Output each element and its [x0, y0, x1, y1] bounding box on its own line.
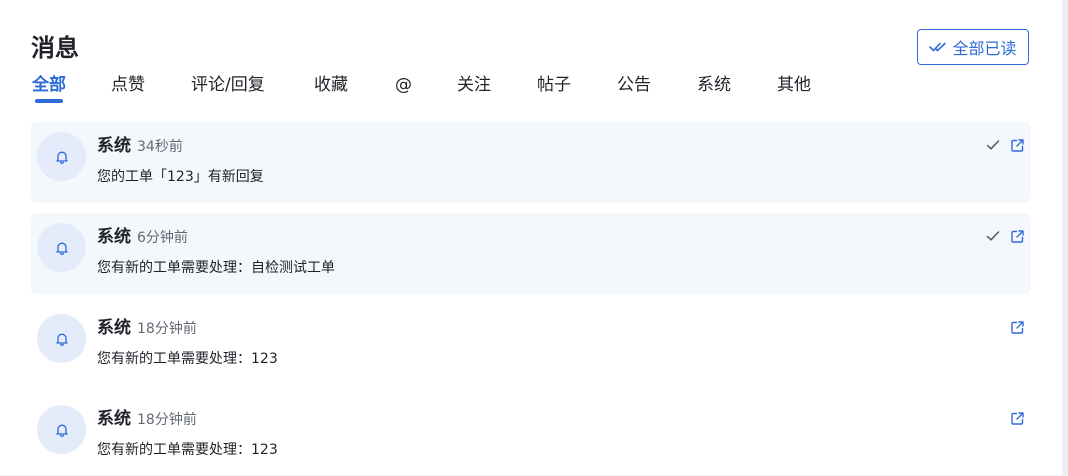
tab-label: 点赞 [111, 75, 145, 95]
tab-favorites[interactable]: 收藏 [314, 72, 348, 98]
bell-icon [55, 333, 68, 346]
notification-message: 您有新的工单需要处理：自检测试工单 [97, 260, 335, 276]
notification-message: 您的工单「123」有新回复 [97, 169, 264, 185]
message-center-panel: 消息 全部已读 全部 点赞 评论/回复 收藏 @ 关注 帖子 公告 系统 其他 … [0, 0, 1062, 475]
external-link-icon [1010, 138, 1024, 152]
notification-time: 6分钟前 [137, 230, 188, 246]
external-link-icon [1010, 229, 1024, 243]
mark-read-button[interactable] [984, 227, 1002, 245]
tab-label: @ [395, 75, 412, 95]
notification-sender: 系统 [97, 318, 131, 338]
open-link-button[interactable] [1008, 409, 1026, 427]
tab-label: 关注 [457, 75, 491, 95]
tab-likes[interactable]: 点赞 [111, 72, 145, 98]
active-tab-indicator [35, 99, 63, 103]
check-icon [986, 231, 1000, 241]
notification-sender: 系统 [97, 227, 131, 247]
double-check-icon [929, 42, 947, 52]
check-icon [986, 140, 1000, 150]
notification-item[interactable]: 系统 18分钟前 您有新的工单需要处理：123 [31, 395, 1031, 476]
tab-other[interactable]: 其他 [777, 72, 811, 98]
notification-sender: 系统 [97, 136, 131, 156]
avatar [37, 405, 86, 454]
notification-item[interactable]: 系统 34秒前 您的工单「123」有新回复 [31, 122, 1031, 203]
notification-time: 18分钟前 [137, 321, 197, 337]
notification-time: 34秒前 [137, 139, 183, 155]
tab-follows[interactable]: 关注 [457, 72, 491, 98]
tab-system[interactable]: 系统 [697, 72, 731, 98]
tab-all[interactable]: 全部 [32, 72, 66, 103]
notification-item[interactable]: 系统 6分钟前 您有新的工单需要处理：自检测试工单 [31, 213, 1031, 294]
scrollbar[interactable] [1062, 0, 1068, 475]
tab-announcements[interactable]: 公告 [617, 72, 651, 98]
tab-label: 评论/回复 [191, 75, 265, 95]
open-link-button[interactable] [1008, 318, 1026, 336]
page-title: 消息 [31, 34, 79, 62]
tab-posts[interactable]: 帖子 [537, 72, 571, 98]
tab-comments-replies[interactable]: 评论/回复 [191, 72, 265, 98]
notification-item[interactable]: 系统 18分钟前 您有新的工单需要处理：123 [31, 304, 1031, 385]
bell-icon [55, 424, 68, 437]
mark-read-button[interactable] [984, 136, 1002, 154]
tab-label: 收藏 [314, 75, 348, 95]
bell-icon [55, 151, 68, 164]
open-link-button[interactable] [1008, 136, 1026, 154]
avatar [37, 314, 86, 363]
tab-label: 公告 [617, 75, 651, 95]
notification-message: 您有新的工单需要处理：123 [97, 442, 278, 458]
mark-all-read-button[interactable]: 全部已读 [917, 29, 1029, 65]
tab-label: 其他 [777, 75, 811, 95]
mark-all-read-label: 全部已读 [952, 39, 1017, 58]
avatar [37, 132, 86, 181]
external-link-icon [1010, 320, 1024, 334]
notification-time: 18分钟前 [137, 412, 197, 428]
tab-mentions[interactable]: @ [395, 72, 412, 98]
open-link-button[interactable] [1008, 227, 1026, 245]
avatar [37, 223, 86, 272]
tab-label: 系统 [697, 75, 731, 95]
external-link-icon [1010, 411, 1024, 425]
tab-label: 全部 [32, 75, 66, 95]
bell-icon [55, 242, 68, 255]
tab-label: 帖子 [537, 75, 571, 95]
notification-sender: 系统 [97, 409, 131, 429]
notification-message: 您有新的工单需要处理：123 [97, 351, 278, 367]
